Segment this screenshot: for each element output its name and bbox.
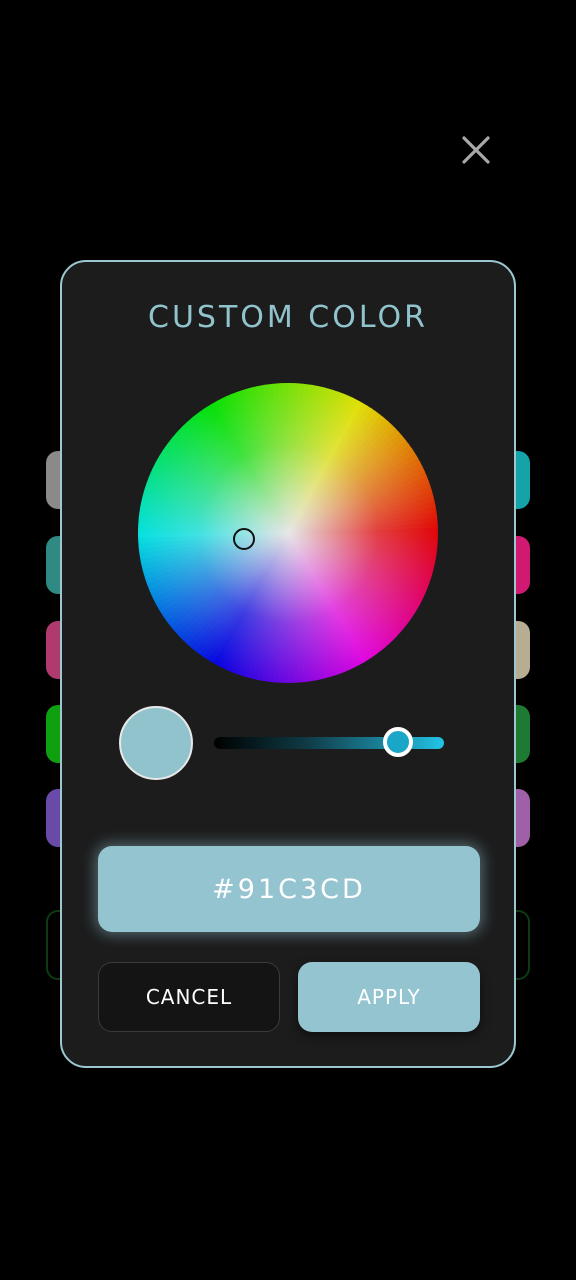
color-preview-swatch	[119, 706, 193, 780]
brightness-slider-thumb[interactable]	[383, 727, 413, 757]
dialog-title: CUSTOM COLOR	[148, 300, 428, 335]
close-icon	[462, 136, 490, 164]
close-button[interactable]	[456, 130, 496, 170]
apply-button[interactable]: APPLY	[298, 962, 480, 1032]
hex-value-field[interactable]: #91C3CD	[98, 846, 480, 932]
screen: CUSTOM COLOR #91C3CD CANCEL APPLY	[0, 0, 576, 1280]
cancel-button[interactable]: CANCEL	[98, 962, 280, 1032]
custom-color-dialog: CUSTOM COLOR #91C3CD CANCEL APPLY	[60, 260, 516, 1068]
color-wheel-graphic	[138, 383, 438, 683]
color-wheel[interactable]	[138, 383, 438, 683]
color-wheel-marker[interactable]	[233, 528, 255, 550]
